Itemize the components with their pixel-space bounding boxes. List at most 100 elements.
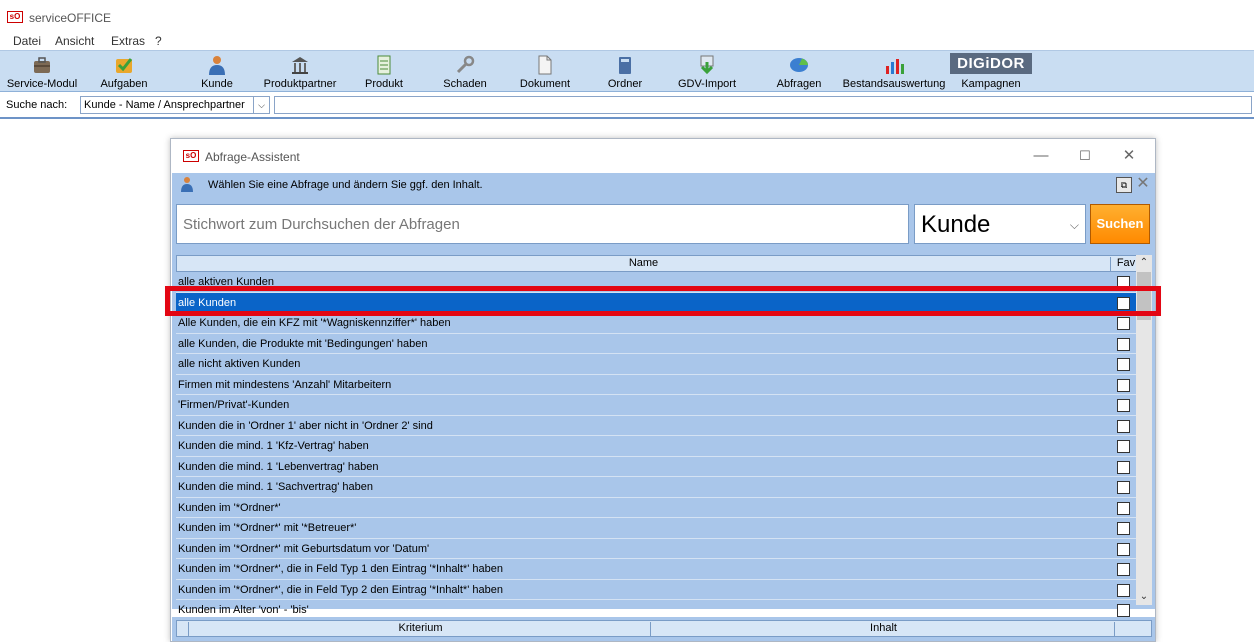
toolbar-label: Kampagnen: [961, 78, 1021, 90]
chevron-down-icon: ⌵: [1069, 218, 1079, 232]
category-value: Kunde: [921, 211, 991, 238]
toolbar-label: Produkt: [365, 78, 403, 90]
query-row[interactable]: Kunden die mind. 1 'Lebenvertrag' haben: [176, 457, 1136, 477]
query-row-label: Kunden im '*Ordner*': [178, 501, 281, 514]
menu-extras[interactable]: Extras: [111, 34, 145, 48]
search-scope-value: Kunde - Name / Ansprechpartner: [84, 99, 245, 111]
scroll-thumb[interactable]: [1137, 272, 1151, 320]
menu-ansicht[interactable]: Ansicht: [55, 34, 94, 48]
favorite-checkbox[interactable]: [1117, 460, 1130, 474]
favorite-checkbox[interactable]: [1117, 542, 1130, 556]
favorite-checkbox[interactable]: [1117, 583, 1130, 597]
query-row[interactable]: alle aktiven Kunden: [176, 272, 1136, 293]
favorite-checkbox[interactable]: [1117, 522, 1130, 535]
task-check-icon: [116, 58, 133, 73]
maximize-button[interactable]: ☐: [1065, 145, 1105, 167]
search-scope-select[interactable]: Kunde - Name / Ansprechpartner ⌵: [80, 96, 270, 114]
toolbar-service-modul-button[interactable]: Service-Modul: [2, 52, 82, 92]
favorite-checkbox[interactable]: [1117, 378, 1130, 392]
menu-datei[interactable]: Datei: [13, 34, 41, 48]
query-row[interactable]: Kunden im '*Ordner*': [176, 498, 1136, 518]
toolbar-produktpartner-button[interactable]: Produktpartner: [258, 52, 342, 92]
query-row[interactable]: Kunden im '*Ordner*' mit '*Betreuer*': [176, 518, 1136, 539]
minimize-button[interactable]: —: [1021, 145, 1061, 167]
search-button[interactable]: Suchen: [1090, 204, 1150, 244]
toolbar-gdv-import-button[interactable]: GDV-Import: [672, 52, 742, 92]
document-icon: [538, 55, 552, 75]
query-row-label: Kunden im '*Ordner*' mit Geburtsdatum vo…: [178, 542, 430, 555]
toolbar-kampagnen-button[interactable]: DIGiDOR Kampagnen: [950, 52, 1032, 92]
search-input[interactable]: [274, 96, 1252, 114]
app-logo: sO: [7, 11, 23, 23]
favorite-checkbox[interactable]: [1117, 419, 1130, 433]
favorite-checkbox[interactable]: [1117, 563, 1130, 576]
category-select[interactable]: Kunde ⌵: [914, 204, 1086, 244]
copy-icon[interactable]: ⧉: [1116, 177, 1132, 193]
menu-help[interactable]: ?: [155, 34, 162, 48]
toolbar-dokument-button[interactable]: Dokument: [514, 52, 576, 92]
query-row-label: Alle Kunden, die ein KFZ mit '*Wagnisken…: [178, 317, 451, 329]
query-row[interactable]: Kunden die in 'Ordner 1' aber nicht in '…: [176, 416, 1136, 436]
query-row-label: Kunden die mind. 1 'Kfz-Vertrag' haben: [178, 440, 369, 452]
scroll-up-icon[interactable]: ⌃: [1136, 255, 1152, 271]
favorite-checkbox[interactable]: [1117, 337, 1130, 351]
query-row[interactable]: Kunden im '*Ordner*', die in Feld Typ 1 …: [176, 559, 1136, 580]
query-row-label: alle Kunden, die Produkte mit 'Bedingung…: [178, 337, 428, 350]
search-label: Suche nach:: [6, 99, 68, 111]
toolbar-abfragen-button[interactable]: Abfragen: [770, 52, 828, 92]
gdv-import-icon: [700, 55, 714, 75]
query-row[interactable]: alle Kunden: [176, 292, 1136, 313]
toolbar-kunde-button[interactable]: Kunde: [192, 52, 242, 92]
query-row-label: Kunden die mind. 1 'Lebenvertrag' haben: [178, 460, 379, 473]
list-header: Name Fav: [176, 255, 1140, 272]
query-row[interactable]: 'Firmen/Privat'-Kunden: [176, 395, 1136, 416]
toolbar-label: Produktpartner: [263, 78, 337, 90]
favorite-checkbox[interactable]: [1117, 604, 1130, 617]
query-list: Name Fav alle aktiven Kunden alle Kunden A…: [172, 249, 1155, 621]
toolbar-label: Abfragen: [776, 78, 822, 90]
favorite-checkbox[interactable]: [1117, 296, 1130, 310]
close-hint-icon[interactable]: ✕: [1135, 175, 1151, 193]
pie-chart-icon: [790, 58, 808, 72]
favorite-checkbox[interactable]: [1117, 317, 1130, 330]
query-row-label: Kunden im '*Ordner*' mit '*Betreuer*': [178, 522, 357, 534]
favorite-checkbox[interactable]: [1117, 399, 1130, 412]
favorite-checkbox[interactable]: [1117, 276, 1130, 289]
query-row[interactable]: Alle Kunden, die ein KFZ mit '*Wagnisken…: [176, 313, 1136, 334]
query-row[interactable]: alle nicht aktiven Kunden: [176, 354, 1136, 375]
filter-bar: Kunde ⌵ Suchen: [172, 197, 1155, 249]
toolbar-bestandsauswertung-button[interactable]: Bestandsauswertung: [838, 52, 950, 92]
favorite-checkbox[interactable]: [1117, 440, 1130, 453]
query-row-label: Kunden die in 'Ordner 1' aber nicht in '…: [178, 419, 433, 432]
favorite-checkbox[interactable]: [1117, 481, 1130, 494]
vertical-scrollbar[interactable]: ⌃ ⌄: [1136, 255, 1152, 605]
close-button[interactable]: ✕: [1109, 145, 1149, 167]
scroll-down-icon[interactable]: ⌄: [1136, 589, 1152, 605]
toolbar-ordner-button[interactable]: Ordner: [600, 52, 650, 92]
keyword-search-input[interactable]: [176, 204, 909, 244]
toolbar-label: Aufgaben: [100, 78, 148, 90]
toolbar-produkt-button[interactable]: Produkt: [356, 52, 412, 92]
criteria-table: Kriterium Inhalt: [172, 617, 1155, 641]
toolbar-label: Dokument: [519, 78, 571, 90]
query-row[interactable]: alle Kunden, die Produkte mit 'Bedingung…: [176, 334, 1136, 354]
institution-icon: [292, 57, 308, 74]
product-sheet-icon: [377, 55, 391, 75]
hint-bar: Wählen Sie eine Abfrage und ändern Sie g…: [172, 173, 1155, 197]
query-row[interactable]: Kunden im '*Ordner*' mit Geburtsdatum vo…: [176, 539, 1136, 559]
query-row-label: 'Firmen/Privat'-Kunden: [178, 399, 290, 411]
column-header-inhalt[interactable]: Inhalt: [653, 622, 1115, 636]
toolbar-schaden-button[interactable]: Schaden: [436, 52, 494, 92]
query-row[interactable]: Firmen mit mindestens 'Anzahl' Mitarbeit…: [176, 375, 1136, 395]
query-row[interactable]: Kunden die mind. 1 'Kfz-Vertrag' haben: [176, 436, 1136, 457]
query-row[interactable]: Kunden die mind. 1 'Sachvertrag' haben: [176, 477, 1136, 498]
query-rows: alle aktiven Kunden alle Kunden Alle Kunde…: [176, 272, 1136, 621]
column-header-name[interactable]: Name: [177, 257, 1111, 271]
query-row[interactable]: Kunden im '*Ordner*', die in Feld Typ 2 …: [176, 580, 1136, 600]
favorite-checkbox[interactable]: [1117, 358, 1130, 371]
query-row-label: Firmen mit mindestens 'Anzahl' Mitarbeit…: [178, 378, 392, 391]
column-header-kriterium[interactable]: Kriterium: [191, 622, 651, 636]
folder-icon: [619, 57, 631, 74]
toolbar-aufgaben-button[interactable]: Aufgaben: [86, 52, 162, 92]
favorite-checkbox[interactable]: [1117, 501, 1130, 515]
